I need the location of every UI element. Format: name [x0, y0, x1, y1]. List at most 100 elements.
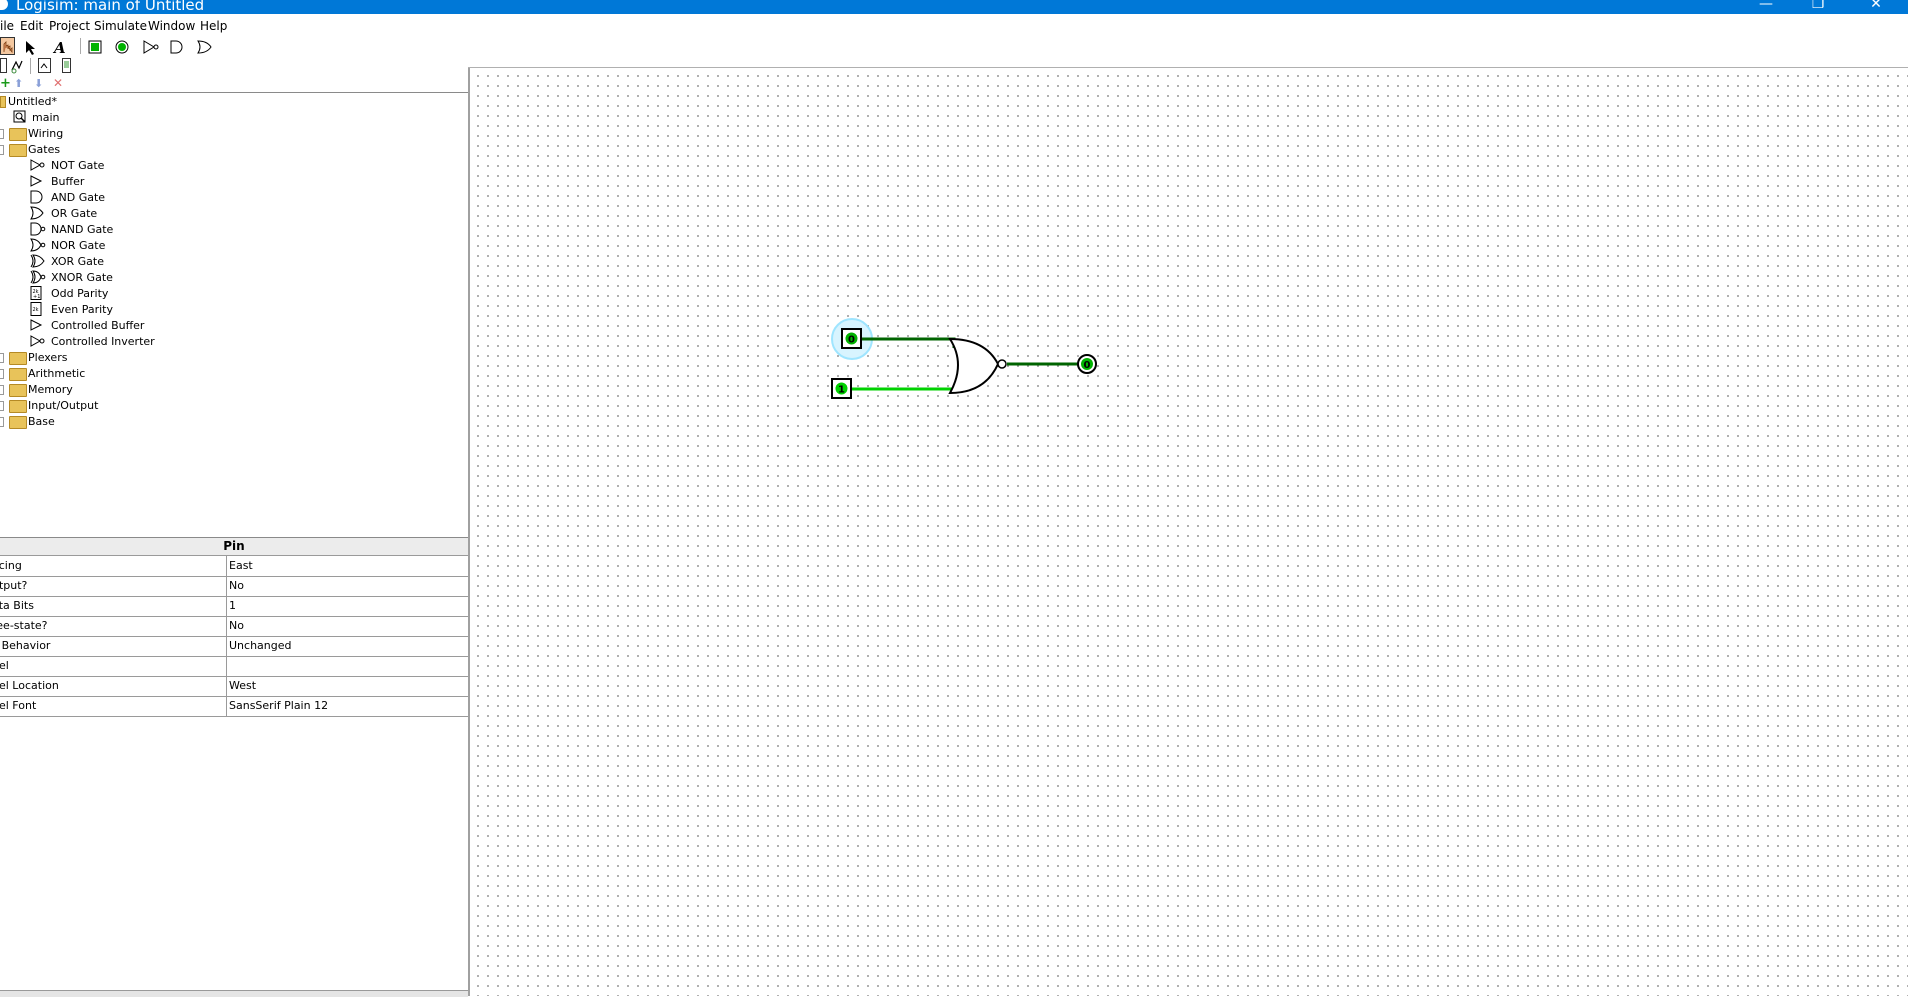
edit-appearance-icon[interactable] — [62, 58, 72, 74]
tree-item-not-gate[interactable]: NOT Gate — [0, 157, 200, 173]
attr-row-three-state[interactable]: ree-state? No — [0, 616, 468, 637]
attr-value[interactable]: No — [229, 579, 244, 592]
nand-gate-icon — [30, 222, 46, 236]
tree-item-buffer[interactable]: Buffer — [0, 173, 200, 189]
not-gate-tool-icon[interactable] — [143, 40, 159, 54]
menu-help[interactable]: Help — [200, 19, 227, 33]
attr-name: utput? — [0, 579, 28, 592]
attr-value[interactable]: East — [229, 559, 253, 572]
tree-item-odd-parity[interactable]: 2k +1 Odd Parity — [0, 285, 200, 301]
attr-value[interactable]: 1 — [229, 599, 236, 612]
expand-icon[interactable] — [0, 353, 4, 363]
expand-icon[interactable] — [0, 401, 4, 411]
nor-gate[interactable] — [948, 337, 1000, 395]
attr-value[interactable]: Unchanged — [229, 639, 292, 652]
root-icon — [0, 96, 6, 108]
tree-item-label: XOR Gate — [51, 255, 104, 268]
column-divider — [226, 636, 227, 656]
tree-root-label: Untitled* — [8, 95, 58, 108]
tree-folder-gates[interactable]: Gates — [0, 141, 200, 157]
tree-folder-arithmetic[interactable]: Arithmetic — [0, 365, 200, 381]
tree-folder-plexers[interactable]: Plexers — [0, 349, 200, 365]
or-gate-tool-icon[interactable] — [197, 40, 213, 54]
menu-file[interactable]: ile — [0, 19, 14, 33]
show-simulation-icon[interactable] — [10, 58, 26, 74]
tree-item-label: Even Parity — [51, 303, 113, 316]
svg-text:+1: +1 — [33, 294, 40, 300]
and-gate-icon — [30, 190, 43, 204]
circuit-canvas[interactable]: 0 1 0 — [470, 68, 1908, 996]
tree-folder-label: Gates — [28, 143, 61, 156]
close-button[interactable]: ✕ — [1856, 0, 1896, 14]
tree-folder-input-output[interactable]: Input/Output — [0, 397, 200, 413]
tree-item-label: Controlled Inverter — [51, 335, 155, 348]
expand-icon[interactable] — [0, 385, 4, 395]
column-divider — [226, 696, 227, 716]
folder-icon — [9, 384, 27, 397]
attr-row-label-location[interactable]: bel Location West — [0, 676, 468, 697]
add-output-pin-icon[interactable] — [115, 40, 129, 54]
tree-item-label: main — [32, 111, 60, 124]
folder-icon — [9, 128, 27, 141]
poke-tool-icon[interactable] — [0, 36, 16, 56]
tree-item-xnor-gate[interactable]: XNOR Gate — [0, 269, 200, 285]
tree-folder-label: Wiring — [28, 127, 64, 140]
tree-folder-label: Memory — [28, 383, 73, 396]
edit-layout-icon[interactable] — [38, 58, 52, 74]
expand-icon[interactable] — [0, 417, 4, 427]
attr-name: bel Location — [0, 679, 59, 692]
column-divider — [226, 576, 227, 596]
text-tool-icon[interactable]: A — [52, 39, 68, 55]
maximize-button[interactable]: ❐ — [1798, 0, 1838, 14]
tree-item-even-parity[interactable]: 2k Even Parity — [0, 301, 200, 317]
add-circuit-icon[interactable]: + — [0, 76, 11, 91]
attr-row-data-bits[interactable]: ata Bits 1 — [0, 596, 468, 617]
attr-row-output[interactable]: utput? No — [0, 576, 468, 597]
delete-icon[interactable]: ✕ — [53, 76, 63, 90]
toolbar-separator — [30, 58, 31, 74]
show-tools-icon[interactable] — [0, 58, 8, 74]
select-tool-icon[interactable] — [24, 40, 38, 56]
move-down-icon[interactable]: ⬇ — [34, 77, 43, 90]
svg-text:A: A — [52, 39, 66, 55]
tree-folder-base[interactable]: Base — [0, 413, 200, 429]
attr-row-facing[interactable]: acing East — [0, 555, 468, 577]
menu-project[interactable]: Project — [49, 19, 90, 33]
attr-row-label-font[interactable]: bel Font SansSerif Plain 12 — [0, 696, 468, 717]
attr-row-pull-behavior[interactable]: ll Behavior Unchanged — [0, 636, 468, 657]
nor-gate-icon — [30, 238, 46, 252]
tree-folder-memory[interactable]: Memory — [0, 381, 200, 397]
menu-edit[interactable]: Edit — [20, 19, 43, 33]
attr-name: bel Font — [0, 699, 37, 712]
menu-window[interactable]: Window — [148, 19, 195, 33]
tree-item-nor-gate[interactable]: NOR Gate — [0, 237, 200, 253]
collapse-icon[interactable] — [0, 145, 4, 155]
folder-icon — [9, 400, 27, 413]
odd-parity-icon: 2k+1 — [30, 286, 42, 300]
minimize-button[interactable]: — — [1746, 0, 1786, 14]
attr-row-label[interactable]: bel — [0, 656, 468, 677]
add-input-pin-icon[interactable] — [88, 40, 102, 54]
tree-item-controlled-buffer[interactable]: Controlled Buffer — [0, 317, 220, 333]
column-divider — [226, 616, 227, 636]
menu-simulate[interactable]: Simulate — [94, 19, 147, 33]
and-gate-tool-icon[interactable] — [170, 40, 184, 54]
tree-item-controlled-inverter[interactable]: Controlled Inverter — [0, 333, 220, 349]
tree-item-main[interactable]: main — [0, 109, 120, 125]
tree-item-label: OR Gate — [51, 207, 98, 220]
attr-value[interactable]: West — [229, 679, 256, 692]
app-icon — [0, 0, 8, 10]
tree-item-and-gate[interactable]: AND Gate — [0, 189, 200, 205]
expand-icon[interactable] — [0, 369, 4, 379]
tree-item-xor-gate[interactable]: XOR Gate — [0, 253, 200, 269]
attr-value[interactable]: SansSerif Plain 12 — [229, 699, 328, 712]
attr-value[interactable]: No — [229, 619, 244, 632]
move-up-icon[interactable]: ⬆ — [14, 77, 23, 90]
tree-item-label: XNOR Gate — [51, 271, 113, 284]
tree-folder-wiring[interactable]: Wiring — [0, 125, 200, 141]
wire-a[interactable] — [861, 337, 956, 348]
tree-item-nand-gate[interactable]: NAND Gate — [0, 221, 200, 237]
expand-icon[interactable] — [0, 129, 4, 139]
column-divider — [226, 556, 227, 576]
tree-item-or-gate[interactable]: OR Gate — [0, 205, 200, 221]
